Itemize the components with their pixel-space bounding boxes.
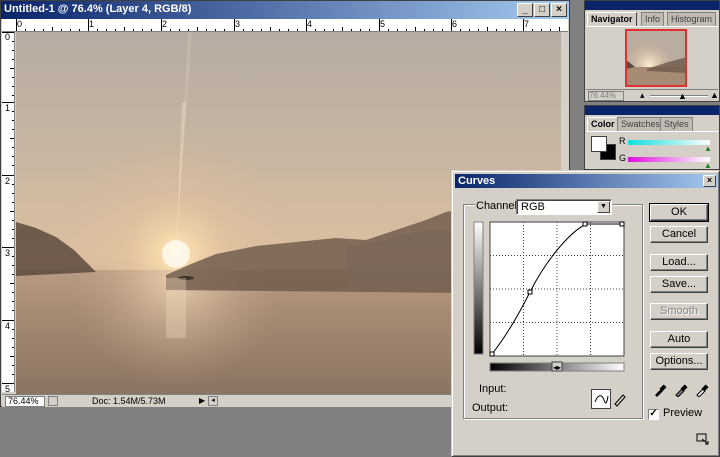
curves-title: Curves <box>458 175 496 187</box>
scroll-left-icon[interactable]: ◂ <box>208 396 218 406</box>
navigator-zoom-field[interactable]: 76.44% <box>588 91 624 101</box>
g-slider-handle[interactable]: ▲ <box>704 161 712 170</box>
curve-point <box>619 221 625 227</box>
gray-eyedropper-icon[interactable] <box>674 383 688 397</box>
curve-graph[interactable]: ◂▸ <box>472 220 628 372</box>
navigator-palette: Navigator Info Histogram 76.44% ▴ ▲ ▲ <box>584 0 720 102</box>
cancel-button[interactable]: Cancel <box>650 226 708 243</box>
ruler-ticks <box>2 32 14 384</box>
zoom-level-field[interactable]: 76.44% <box>5 396 45 407</box>
curves-title-bar[interactable]: Curves × <box>455 174 718 188</box>
zoom-in-icon[interactable]: ▲ <box>710 90 719 100</box>
color-palette: Color Swatches Styles R ▲ G ▲ <box>584 105 720 170</box>
foreground-color-swatch[interactable] <box>591 136 607 152</box>
tab-color[interactable]: Color <box>587 117 619 131</box>
minimize-button[interactable]: _ <box>517 3 533 17</box>
pencil-icon[interactable] <box>612 391 628 407</box>
preview-label: Preview <box>663 407 703 419</box>
smooth-button[interactable]: Smooth <box>650 303 708 320</box>
channel-label: Channel: <box>475 200 522 212</box>
gradient-swap-icon: ◂▸ <box>553 363 561 372</box>
options-button[interactable]: Options... <box>650 353 708 370</box>
tab-histogram[interactable]: Histogram <box>667 12 717 26</box>
document-size-info: Doc: 1.54M/5.73M <box>92 396 166 406</box>
navigator-thumbnail[interactable] <box>625 29 687 87</box>
status-arrow-icon[interactable]: ▶ <box>199 396 205 405</box>
black-eyedropper-icon[interactable] <box>653 383 667 397</box>
auto-button[interactable]: Auto <box>650 331 708 348</box>
vertical-ruler[interactable]: 0 1 2 3 4 5 <box>2 32 15 392</box>
curve-tool-button[interactable] <box>591 389 611 409</box>
chevron-down-icon[interactable]: ▼ <box>597 201 610 213</box>
zoom-out-icon[interactable]: ▴ <box>640 90 645 101</box>
save-button[interactable]: Save... <box>650 276 708 293</box>
ok-button[interactable]: OK <box>649 203 709 222</box>
curves-dialog: Curves × Channel: RGB ▼ ◂▸ Input: Output… <box>451 170 720 457</box>
tab-navigator[interactable]: Navigator <box>587 12 637 26</box>
output-gradient-bar <box>473 221 484 355</box>
close-button[interactable]: × <box>703 175 716 187</box>
maximize-button[interactable]: □ <box>534 3 550 17</box>
curve-point <box>527 289 533 295</box>
channel-select[interactable]: RGB ▼ <box>516 199 612 215</box>
ruler-ticks <box>16 19 560 31</box>
palette-title-bar[interactable] <box>585 1 719 10</box>
expand-dialog-icon[interactable] <box>696 433 710 445</box>
load-button[interactable]: Load... <box>650 254 708 271</box>
r-slider-track[interactable] <box>628 140 710 145</box>
close-button[interactable]: × <box>551 3 567 17</box>
curve-point <box>489 351 495 357</box>
slider-label-g: G <box>619 153 627 163</box>
curve-point-icon <box>594 395 609 404</box>
document-title-bar[interactable]: Untitled-1 @ 76.4% (Layer 4, RGB/8) _ □ … <box>1 1 569 19</box>
tab-swatches[interactable]: Swatches <box>617 117 665 131</box>
horizontal-ruler[interactable]: 0 1 2 3 4 5 6 7 <box>2 19 568 32</box>
document-title: Untitled-1 @ 76.4% (Layer 4, RGB/8) <box>4 3 192 15</box>
status-menu-icon[interactable] <box>48 396 58 406</box>
tab-styles[interactable]: Styles <box>660 117 693 131</box>
input-label: Input: <box>479 383 507 395</box>
zoom-slider-handle[interactable]: ▲ <box>678 91 687 101</box>
curve-point <box>582 221 588 227</box>
navigator-footer: 76.44% ▴ ▲ ▲ <box>586 89 719 101</box>
white-eyedropper-icon[interactable] <box>695 383 709 397</box>
r-slider-handle[interactable]: ▲ <box>704 144 712 153</box>
g-slider-track[interactable] <box>628 157 710 162</box>
preview-checkbox[interactable]: ✓ <box>648 409 659 420</box>
palette-title-bar[interactable] <box>585 106 719 115</box>
tab-info[interactable]: Info <box>641 12 665 26</box>
output-label: Output: <box>472 402 509 414</box>
slider-label-r: R <box>619 136 626 146</box>
channel-value: RGB <box>521 201 545 213</box>
